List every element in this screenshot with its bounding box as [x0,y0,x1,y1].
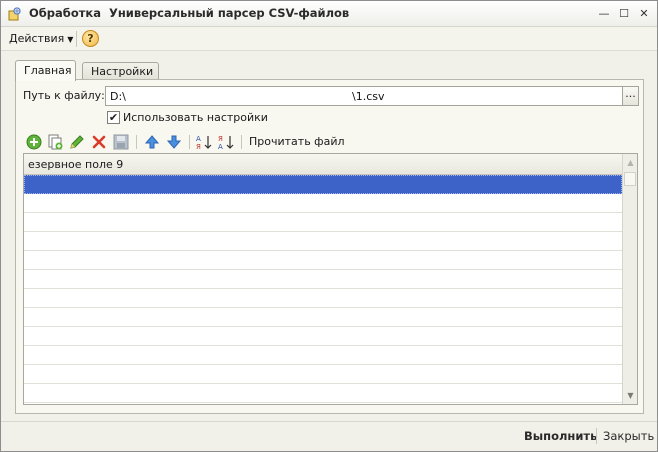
path-label: Путь к файлу: [23,89,105,102]
file-path-suffix: \1.csv [352,90,385,103]
processing-icon [8,7,21,21]
move-down-icon[interactable] [165,133,183,151]
table-row[interactable] [24,175,622,194]
menu-bar: Действия ▼ ? [1,27,657,51]
move-up-icon[interactable] [143,133,161,151]
table-row[interactable] [24,251,622,270]
footer-separator [596,428,597,444]
close-button[interactable]: Закрыть [603,429,654,443]
svg-text:А: А [218,143,223,151]
delete-icon[interactable] [90,133,108,151]
actions-menu-label: Действия [9,32,65,45]
file-path-field[interactable]: \1.csv [105,86,624,106]
use-settings-label: Использовать настройки [123,111,268,124]
table-row[interactable] [24,194,622,213]
footer-bar: Выполнить Закрыть [1,421,657,451]
use-settings-checkbox[interactable]: ✔ [107,111,120,124]
toolbar-separator [189,135,190,149]
table-row[interactable] [24,213,622,232]
vertical-scrollbar[interactable]: ▲ ▼ [622,154,637,404]
table-row[interactable] [24,384,622,403]
help-button[interactable]: ? [82,30,99,47]
scroll-down-icon[interactable]: ▼ [623,387,637,404]
table-body [24,175,622,404]
scroll-up-icon[interactable]: ▲ [623,154,637,171]
tab-panel-main: Путь к файлу: \1.csv ... ✔ Использовать … [15,79,644,414]
sort-ascending-icon[interactable]: АЯ [195,133,213,151]
add-icon[interactable] [25,133,43,151]
table-row[interactable] [24,270,622,289]
run-button[interactable]: Выполнить [524,429,597,443]
chevron-down-icon: ▼ [67,35,74,44]
window-title: Обработка Универсальный парсер CSV-файло… [29,6,350,20]
toolbar-separator [136,135,137,149]
table-row[interactable] [24,232,622,251]
maximize-button[interactable]: ☐ [616,6,632,22]
sort-descending-icon[interactable]: ЯА [217,133,235,151]
minimize-button[interactable]: — [596,6,612,22]
table-toolbar: АЯ ЯА Прочитать файл [25,133,635,151]
browse-button[interactable]: ... [622,86,639,106]
table-row[interactable] [24,308,622,327]
scroll-thumb[interactable] [624,172,636,186]
edit-icon[interactable] [68,133,86,151]
title-bar: Обработка Универсальный парсер CSV-файло… [1,1,657,27]
close-window-button[interactable]: ✕ [636,6,652,22]
svg-text:Я: Я [196,143,201,151]
table-row[interactable] [24,289,622,308]
svg-text:А: А [196,135,201,143]
svg-text:Я: Я [218,135,223,143]
save-icon[interactable] [112,133,130,151]
copy-icon[interactable] [46,133,64,151]
table-row[interactable] [24,346,622,365]
toolbar-separator [241,135,242,149]
table-header: езервное поле 9 [24,154,622,175]
read-file-button[interactable]: Прочитать файл [249,135,345,148]
data-table[interactable]: езервное поле 9 ▲ ▼ [23,153,638,405]
table-row[interactable] [24,365,622,384]
menu-separator [76,31,77,47]
main-window: Обработка Универсальный парсер CSV-файло… [0,0,658,452]
actions-menu[interactable]: Действия ▼ [9,32,73,45]
column-header[interactable]: езервное поле 9 [28,158,123,171]
table-row[interactable] [24,327,622,346]
tab-settings[interactable]: Настройки [82,62,159,80]
tab-main[interactable]: Главная [15,60,76,81]
